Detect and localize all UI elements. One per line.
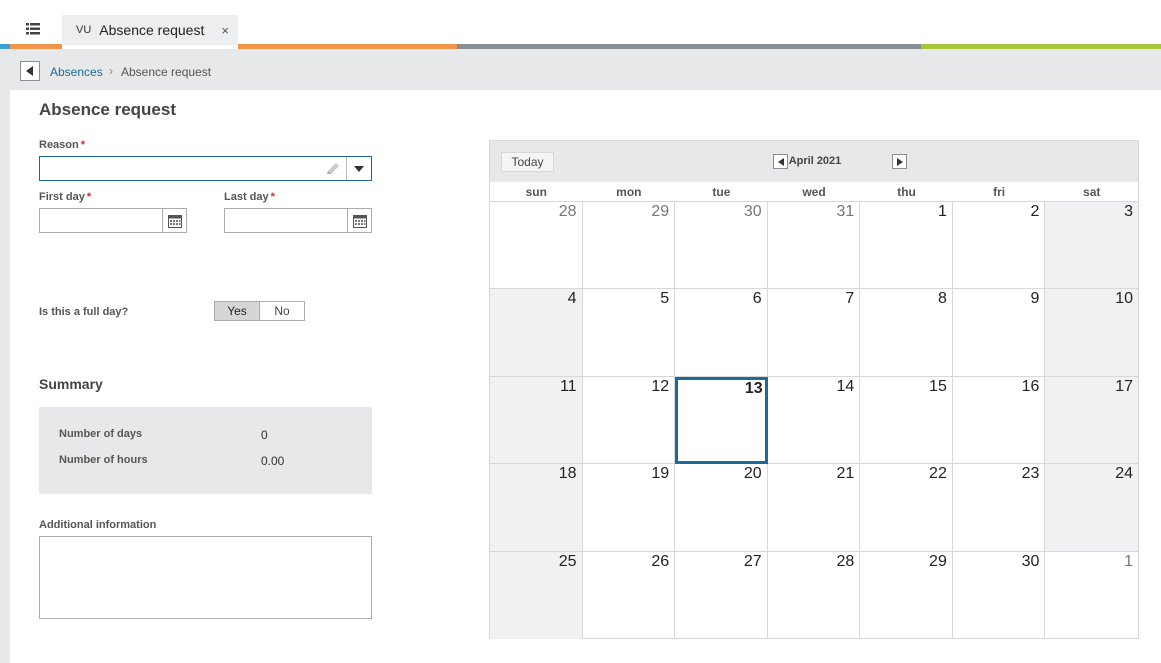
calendar-day[interactable]: 9 <box>952 289 1046 377</box>
list-menu-icon <box>26 23 40 35</box>
calendar-day[interactable]: 11 <box>490 376 583 465</box>
calendar: Today April 2021 sun mon tue wed thu fri sat 2… <box>489 140 1139 639</box>
tab-badge: VU <box>76 24 92 36</box>
breadcrumb-current: Absence request <box>121 65 212 79</box>
breadcrumb: Absences › Absence request <box>0 49 1161 90</box>
chevron-down-icon <box>354 165 364 172</box>
triangle-right-icon <box>896 157 903 166</box>
calendar-day[interactable]: 4 <box>490 289 583 377</box>
full-day-label: Is this a full day? <box>39 306 129 318</box>
weekday-label: wed <box>802 185 826 199</box>
summary-title: Summary <box>39 376 103 392</box>
calendar-icon <box>352 214 367 228</box>
full-day-yes-button[interactable]: Yes <box>215 302 260 320</box>
first-day-input[interactable] <box>39 208 187 233</box>
weekday-label: thu <box>897 185 916 199</box>
summary-panel: Number of days 0 Number of hours 0.00 <box>39 407 372 494</box>
calendar-icon <box>167 214 182 228</box>
calendar-day[interactable]: 1 <box>1045 552 1138 639</box>
month-label: April 2021 <box>788 155 842 167</box>
next-month-button[interactable] <box>892 154 907 169</box>
calendar-day[interactable]: 2 <box>952 202 1046 290</box>
pencil-icon <box>327 163 339 174</box>
calendar-day[interactable]: 23 <box>952 464 1046 552</box>
calendar-day[interactable]: 20 <box>675 464 768 552</box>
calendar-day[interactable]: 12 <box>582 376 676 465</box>
calendar-day[interactable]: 19 <box>582 464 676 552</box>
calendar-grid: 28 29 30 31 1 2 3 4 5 6 7 8 9 10 11 12 13 14 15 16 17 18 19 20 2… <box>490 202 1138 639</box>
tab-absence-request[interactable]: VU Absence request × <box>62 15 238 45</box>
days-value: 0 <box>261 428 268 442</box>
weekday-label: sat <box>1083 185 1101 199</box>
breadcrumb-link-absences[interactable]: Absences <box>50 65 103 79</box>
calendar-day[interactable]: 15 <box>860 376 953 465</box>
calendar-day[interactable]: 10 <box>1045 289 1138 377</box>
last-day-label: Last day * <box>224 191 275 203</box>
calendar-day[interactable]: 17 <box>1045 376 1138 465</box>
calendar-day-today[interactable]: 13 <box>675 376 768 465</box>
page-title: Absence request <box>39 100 176 119</box>
left-gutter <box>0 90 10 663</box>
weekday-label: mon <box>616 185 642 199</box>
menu-button[interactable] <box>10 14 56 44</box>
today-button[interactable]: Today <box>501 152 554 172</box>
calendar-day[interactable]: 26 <box>583 551 676 639</box>
calendar-day[interactable]: 1 <box>860 202 953 290</box>
first-day-calendar-button[interactable] <box>162 209 186 232</box>
calendar-day[interactable]: 27 <box>675 551 768 639</box>
last-day-calendar-button[interactable] <box>347 209 371 232</box>
additional-info-textarea[interactable] <box>39 536 372 619</box>
calendar-day[interactable]: 8 <box>860 289 953 377</box>
calendar-day[interactable]: 21 <box>767 464 861 552</box>
first-day-label: First day * <box>39 191 92 203</box>
back-button[interactable] <box>20 61 40 81</box>
weekday-label: sun <box>525 185 547 199</box>
calendar-day[interactable]: 5 <box>582 289 676 377</box>
calendar-day[interactable]: 14 <box>767 376 861 465</box>
calendar-day[interactable]: 16 <box>952 376 1046 465</box>
calendar-day[interactable]: 30 <box>675 202 768 290</box>
full-day-no-button[interactable]: No <box>260 302 304 320</box>
reason-dropdown-button[interactable] <box>346 157 371 180</box>
calendar-day[interactable]: 28 <box>490 202 583 290</box>
reason-label: Reason * <box>39 139 86 151</box>
calendar-header: Today April 2021 <box>490 141 1138 182</box>
top-bar: VU Absence request × <box>0 0 1161 49</box>
triangle-left-icon <box>26 66 33 76</box>
calendar-day[interactable]: 30 <box>953 551 1046 639</box>
close-icon[interactable]: × <box>221 23 229 38</box>
calendar-day[interactable]: 6 <box>675 289 768 377</box>
weekday-label: tue <box>712 185 731 199</box>
tab-title: Absence request <box>99 22 205 38</box>
calendar-day[interactable]: 24 <box>1045 464 1138 552</box>
calendar-day[interactable]: 29 <box>582 202 676 290</box>
additional-info-label: Additional information <box>39 519 157 531</box>
hours-value: 0.00 <box>261 454 285 468</box>
full-day-toggle[interactable]: Yes No <box>214 301 305 321</box>
calendar-day[interactable]: 31 <box>767 202 861 290</box>
hours-label: Number of hours <box>59 454 148 466</box>
calendar-day[interactable]: 28 <box>768 551 861 639</box>
weekday-header: sun mon tue wed thu fri sat <box>490 182 1138 202</box>
calendar-day[interactable]: 25 <box>490 551 583 639</box>
calendar-day[interactable]: 18 <box>490 464 583 552</box>
weekday-label: fri <box>993 185 1006 199</box>
reason-select[interactable] <box>39 156 372 181</box>
last-day-input[interactable] <box>224 208 372 233</box>
days-label: Number of days <box>59 428 143 440</box>
calendar-day[interactable]: 3 <box>1045 202 1138 290</box>
calendar-day[interactable]: 29 <box>860 551 953 639</box>
calendar-day[interactable]: 22 <box>860 464 953 552</box>
calendar-day[interactable]: 7 <box>767 289 861 377</box>
breadcrumb-separator: › <box>109 64 113 78</box>
